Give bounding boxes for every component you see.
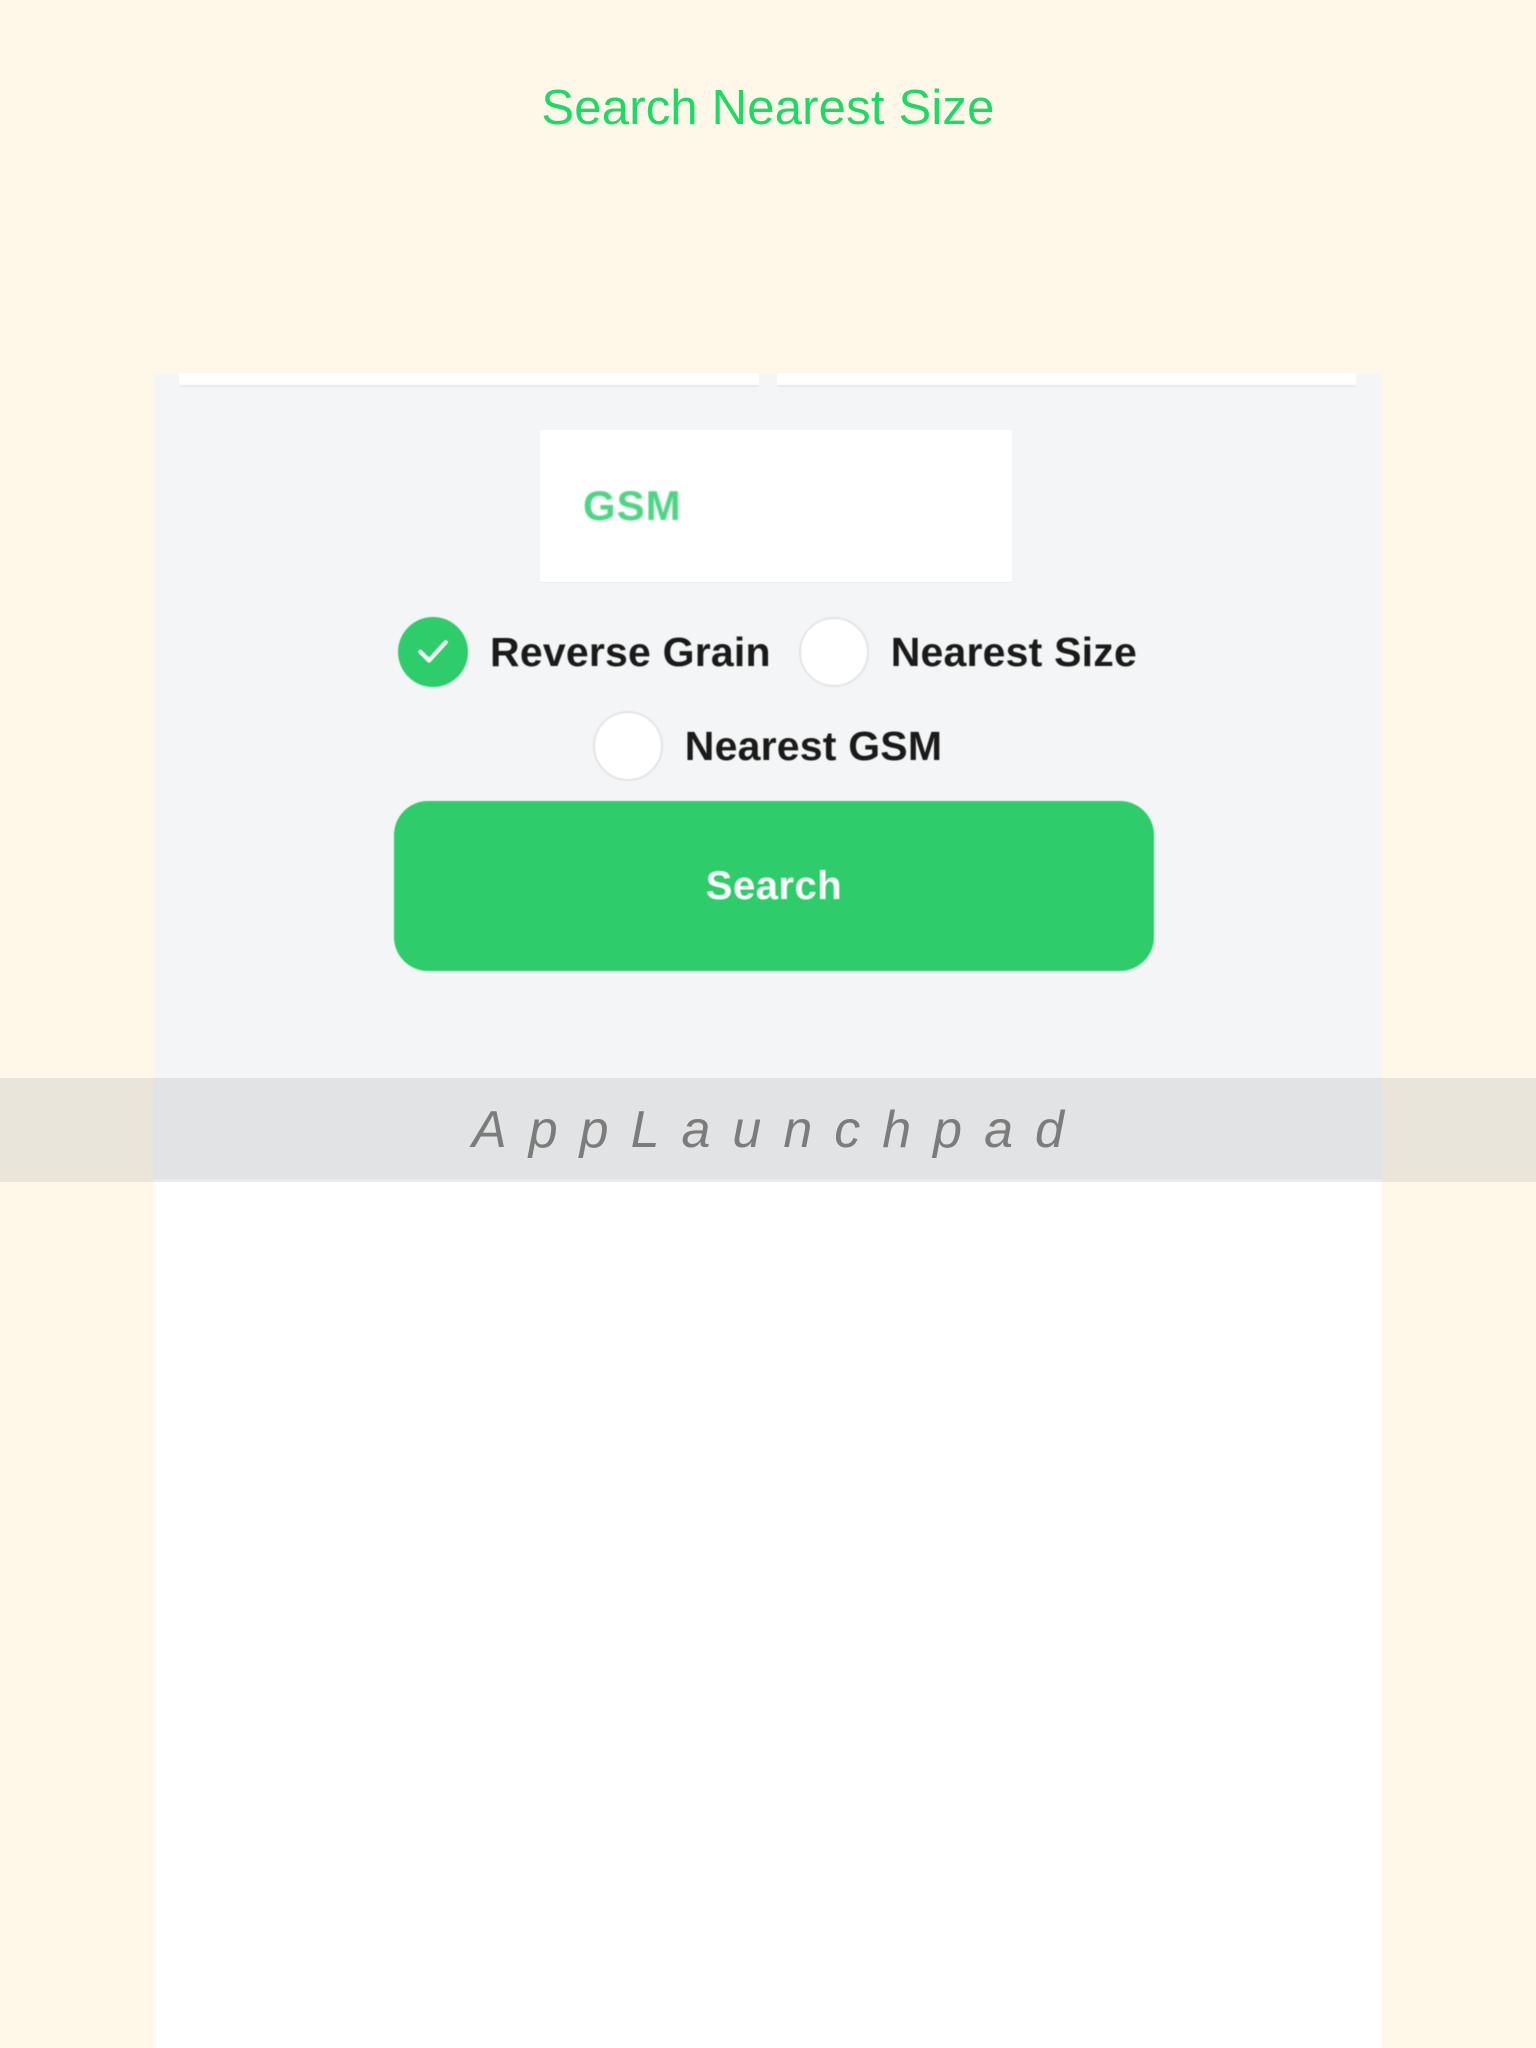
option-label-nearest-gsm: Nearest GSM bbox=[684, 722, 943, 769]
option-label-reverse-grain: Reverse Grain bbox=[490, 628, 771, 675]
clipped-field-left[interactable] bbox=[179, 373, 759, 387]
option-reverse-grain[interactable]: Reverse Grain bbox=[398, 617, 771, 687]
clipped-field-right[interactable] bbox=[776, 373, 1356, 387]
page-title: Search Nearest Size bbox=[541, 81, 995, 135]
checkbox-unchecked-icon[interactable] bbox=[592, 711, 663, 781]
options-row-1: Reverse Grain Nearest Size bbox=[153, 605, 1382, 699]
options-group: Reverse Grain Nearest Size Nearest GSM bbox=[153, 605, 1382, 793]
gsm-input[interactable]: GSM bbox=[540, 430, 1012, 582]
option-label-nearest-size: Nearest Size bbox=[890, 628, 1137, 675]
gsm-input-placeholder: GSM bbox=[583, 482, 682, 529]
search-button[interactable]: Search bbox=[394, 801, 1154, 971]
option-nearest-size[interactable]: Nearest Size bbox=[798, 617, 1137, 687]
search-form-card: GSM Reverse Grain Nearest Size Nearest G… bbox=[153, 373, 1382, 1179]
clipped-field-row bbox=[153, 373, 1382, 387]
checkbox-checked-icon[interactable] bbox=[398, 617, 469, 687]
checkbox-unchecked-icon[interactable] bbox=[798, 617, 869, 687]
device-screen: GSM Reverse Grain Nearest Size Nearest G… bbox=[153, 373, 1382, 2048]
option-nearest-gsm[interactable]: Nearest GSM bbox=[592, 711, 943, 781]
options-row-2: Nearest GSM bbox=[153, 699, 1382, 793]
